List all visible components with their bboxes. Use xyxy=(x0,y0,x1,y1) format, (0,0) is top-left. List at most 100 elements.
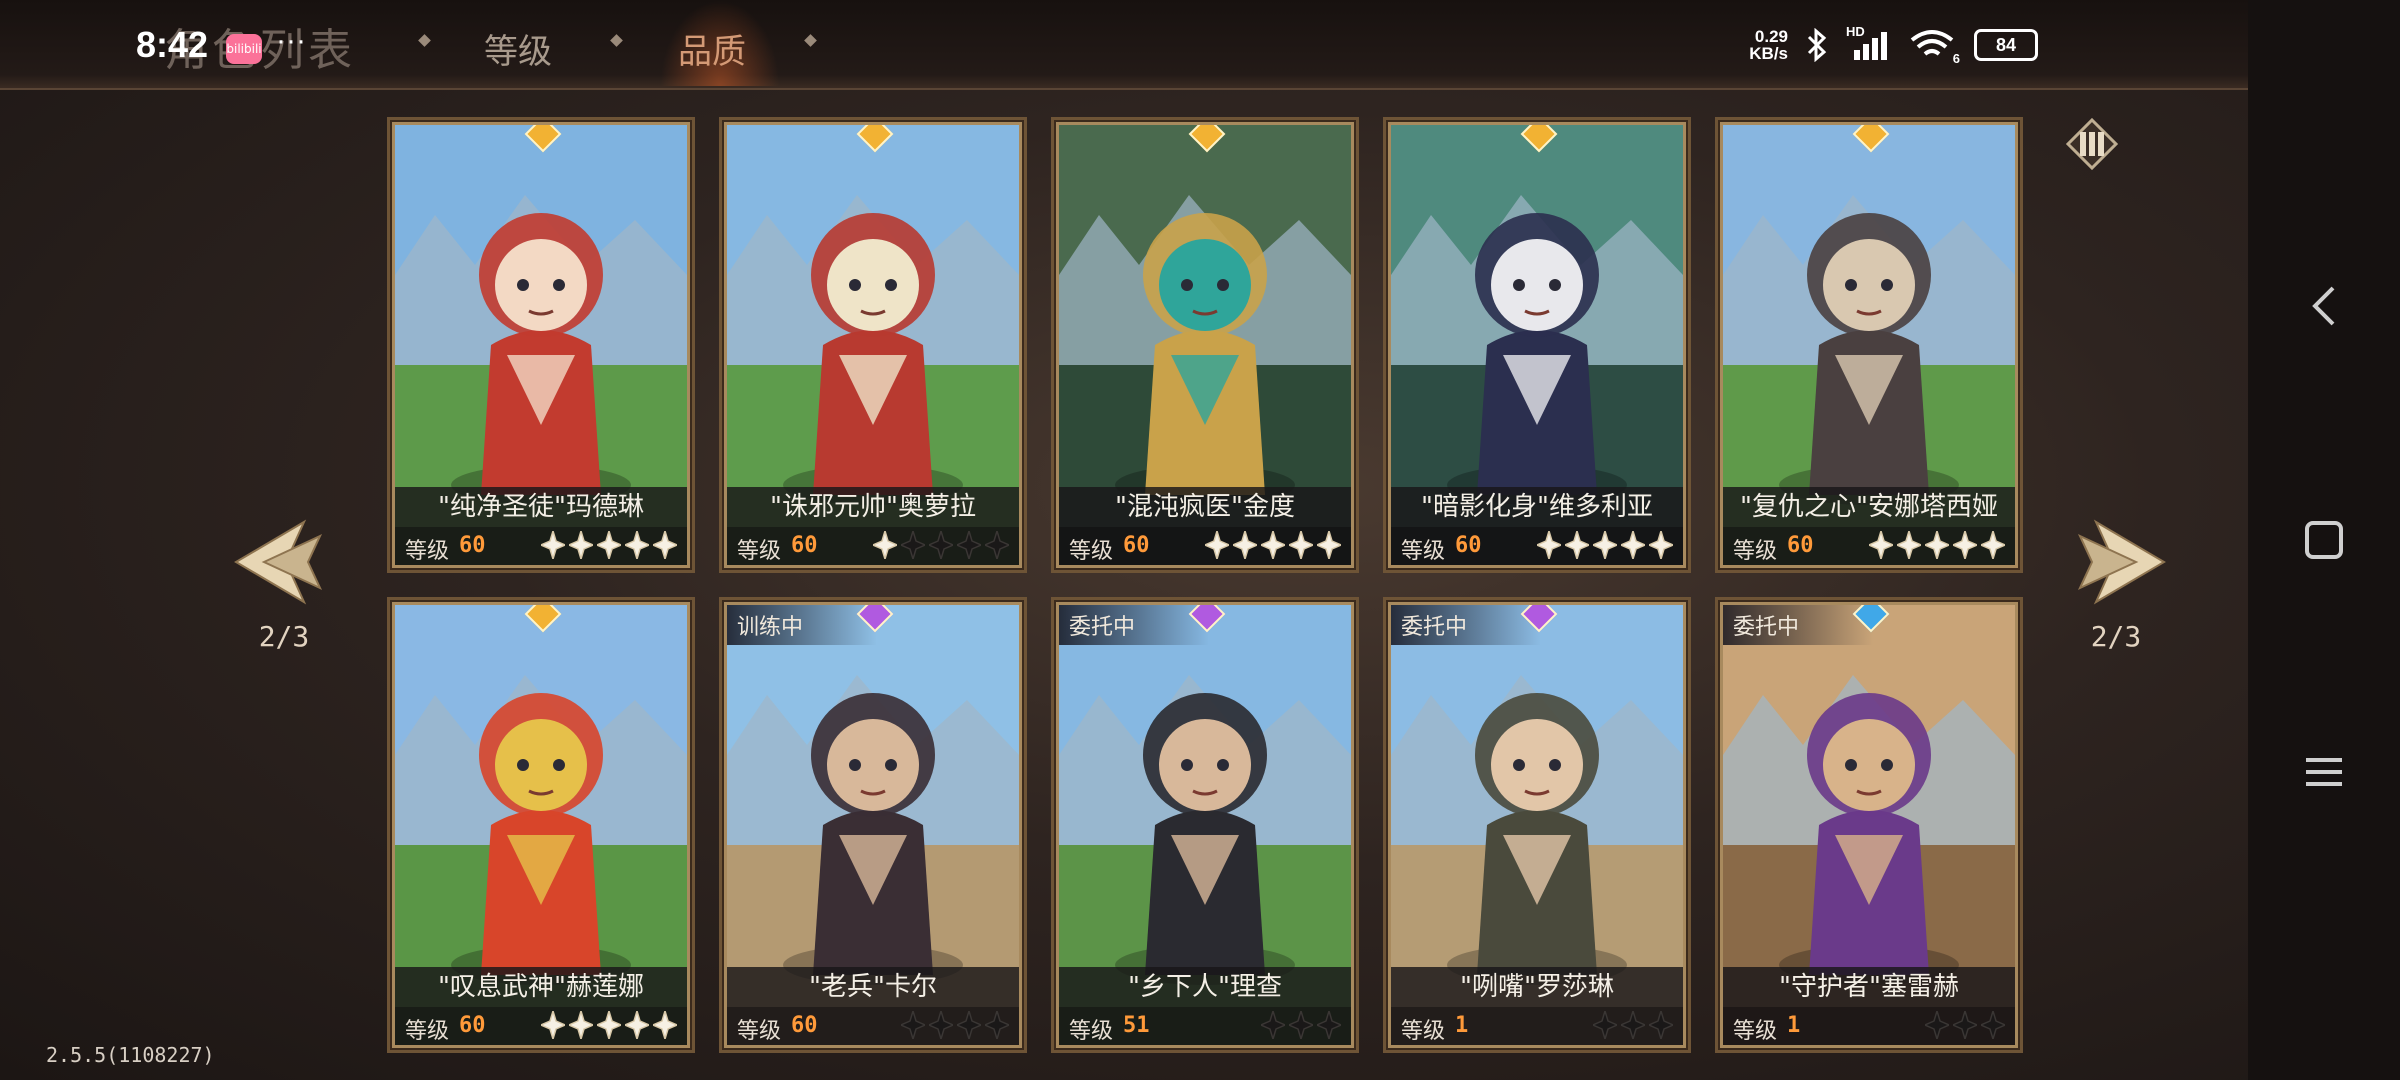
character-card[interactable]: 委托中 "守护者"塞雷赫 等级 1 xyxy=(1720,602,2018,1048)
star-empty-icon xyxy=(1261,1011,1285,1039)
level-value: 51 xyxy=(1123,1013,1150,1038)
star-filled-icon xyxy=(1953,531,1977,559)
level-label: 等级 xyxy=(737,539,782,564)
bilibili-app-icon: bilibili xyxy=(226,34,262,64)
character-card[interactable]: "混沌疯医"金度 等级 60 xyxy=(1056,122,1354,568)
star-filled-icon xyxy=(541,531,565,559)
star-rating xyxy=(1205,531,1341,559)
star-empty-icon xyxy=(901,1011,925,1039)
level-value: 60 xyxy=(1455,533,1482,558)
level-value: 60 xyxy=(791,533,818,558)
star-empty-icon xyxy=(957,1011,981,1039)
tab-separator-icon xyxy=(610,34,623,47)
next-page-button[interactable]: 2/3 xyxy=(2066,514,2166,653)
nav-back-button[interactable] xyxy=(2300,282,2348,330)
level-value: 60 xyxy=(459,533,486,558)
star-rating xyxy=(1925,1011,2005,1039)
version-label: 2.5.5(1108227) xyxy=(46,1043,215,1067)
status-time: 8:42 xyxy=(136,24,209,65)
character-card[interactable]: 训练中 "老兵"卡尔等级 60 xyxy=(724,602,1022,1048)
character-name: "乡下人"理查 xyxy=(1059,967,1351,1007)
star-empty-icon xyxy=(1289,1011,1313,1039)
level-label: 等级 xyxy=(405,539,450,564)
home-icon xyxy=(2305,521,2343,559)
star-filled-icon xyxy=(1537,531,1561,559)
star-filled-icon xyxy=(653,1011,677,1039)
character-card[interactable]: "暗影化身"维多利亚 等级 60 xyxy=(1388,122,1686,568)
battery-indicator: 84 xyxy=(1974,29,2038,61)
level-label: 等级 xyxy=(1069,1019,1114,1044)
network-speed: 0.29 KB/s xyxy=(1749,28,1788,62)
star-rating xyxy=(1869,531,2005,559)
page-indicator-right: 2/3 xyxy=(2090,620,2142,653)
level-bar: 等级 1 xyxy=(1391,1007,1683,1045)
star-filled-icon xyxy=(541,1011,565,1039)
arrow-right-icon xyxy=(2077,519,2166,605)
character-card[interactable]: "纯净圣徒"玛德琳 等级 60 xyxy=(392,122,690,568)
character-name: "叹息武神"赫莲娜 xyxy=(395,967,687,1007)
level-label: 等级 xyxy=(1401,539,1446,564)
star-empty-icon xyxy=(901,531,925,559)
star-filled-icon xyxy=(597,1011,621,1039)
star-filled-icon xyxy=(597,531,621,559)
tab-separator-icon xyxy=(418,34,431,47)
star-filled-icon xyxy=(873,531,897,559)
character-name: "守护者"塞雷赫 xyxy=(1723,967,2015,1007)
star-filled-icon xyxy=(1233,531,1257,559)
character-card[interactable]: "诛邪元帅"奥萝拉等级 60 xyxy=(724,122,1022,568)
level-value: 60 xyxy=(459,1013,486,1038)
character-card[interactable]: 委托中 "咧嘴"罗莎琳 等级 1 xyxy=(1388,602,1686,1048)
signal-label: HD xyxy=(1846,24,1865,39)
character-card[interactable]: 委托中 "乡下人"理查等级 51 xyxy=(1056,602,1354,1048)
star-filled-icon xyxy=(1593,531,1617,559)
cellular-signal-icon: HD xyxy=(1846,24,1894,62)
star-rating xyxy=(1537,531,1673,559)
star-rating xyxy=(541,1011,677,1039)
layout-toggle-button[interactable] xyxy=(2065,117,2119,171)
level-bar: 等级 60 xyxy=(395,527,687,565)
star-rating xyxy=(1261,1011,1341,1039)
status-tag: 委托中 xyxy=(1059,605,1209,645)
wifi-icon: 6 xyxy=(1910,28,1960,66)
level-bar: 等级 60 xyxy=(1391,527,1683,565)
prev-page-button[interactable]: 2/3 xyxy=(234,514,334,653)
star-filled-icon xyxy=(1925,531,1949,559)
level-value: 60 xyxy=(791,1013,818,1038)
star-empty-icon xyxy=(1621,1011,1645,1039)
character-card[interactable]: "叹息武神"赫莲娜等级 60 xyxy=(392,602,690,1048)
top-bar: 角色列表 8:42 bilibili ··· 等级 品质 0.29 KB/s H… xyxy=(0,0,2248,90)
level-bar: 等级 60 xyxy=(395,1007,687,1045)
menu-icon xyxy=(2306,758,2342,786)
star-filled-icon xyxy=(1317,531,1341,559)
star-filled-icon xyxy=(569,531,593,559)
star-empty-icon xyxy=(1317,1011,1341,1039)
level-bar: 等级 60 xyxy=(727,1007,1019,1045)
network-speed-unit: KB/s xyxy=(1749,44,1788,63)
tab-separator-icon xyxy=(804,34,817,47)
tab-level[interactable]: 等级 xyxy=(484,24,552,73)
level-label: 等级 xyxy=(1733,539,1778,564)
star-filled-icon xyxy=(1897,531,1921,559)
system-status-icons: 0.29 KB/s HD 6 84 xyxy=(1749,24,2038,66)
star-filled-icon xyxy=(1205,531,1229,559)
character-card[interactable]: "复仇之心"安娜塔西娅 等级 60 xyxy=(1720,122,2018,568)
level-bar: 等级 60 xyxy=(1059,527,1351,565)
star-filled-icon xyxy=(1289,531,1313,559)
status-tag: 训练中 xyxy=(727,605,877,645)
character-name: "老兵"卡尔 xyxy=(727,967,1019,1007)
level-label: 等级 xyxy=(1069,539,1114,564)
star-empty-icon xyxy=(929,531,953,559)
nav-home-button[interactable] xyxy=(2300,516,2348,564)
status-tag: 委托中 xyxy=(1723,605,1873,645)
tab-quality[interactable]: 品质 xyxy=(678,24,746,73)
character-name: "诛邪元帅"奥萝拉 xyxy=(727,487,1019,527)
star-filled-icon xyxy=(569,1011,593,1039)
star-empty-icon xyxy=(1953,1011,1977,1039)
nav-recents-button[interactable] xyxy=(2300,748,2348,796)
star-empty-icon xyxy=(1981,1011,2005,1039)
level-label: 等级 xyxy=(405,1019,450,1044)
level-value: 1 xyxy=(1455,1013,1469,1038)
star-empty-icon xyxy=(1593,1011,1617,1039)
level-label: 等级 xyxy=(1733,1019,1778,1044)
level-label: 等级 xyxy=(737,1019,782,1044)
